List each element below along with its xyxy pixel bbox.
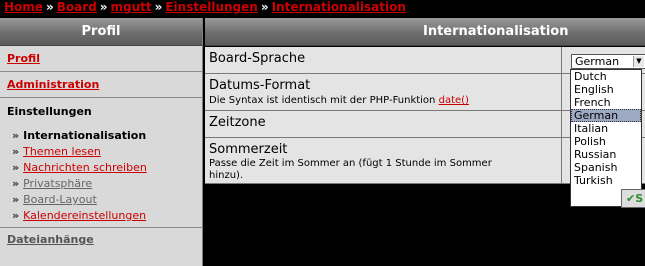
breadcrumb-einstellungen[interactable]: Einstellungen	[165, 0, 257, 14]
breadcrumb-user[interactable]: mgutt	[110, 0, 151, 14]
language-dropdown-list: Dutch English French German Italian Poli…	[570, 69, 642, 207]
save-button[interactable]: ✔S	[621, 189, 645, 208]
sidebar: Profil Profil Administration Einstellung…	[0, 18, 203, 266]
language-option[interactable]: English	[571, 83, 641, 96]
language-select[interactable]: German ▼	[571, 54, 645, 69]
setting-description: Die Syntax ist identisch mit der PHP-Fun…	[209, 95, 469, 106]
double-arrow-icon: »	[12, 161, 20, 174]
setting-description: Passe die Zeit im Sommer an (fügt 1 Stun…	[209, 158, 492, 181]
setting-label: Zeitzone	[209, 115, 266, 130]
sidebar-title: Profil	[0, 18, 202, 46]
sidebar-section-administration: Administration	[0, 72, 202, 98]
sidebar-item-themen-lesen[interactable]: » Themen lesen	[12, 144, 202, 160]
language-option[interactable]: Dutch	[571, 70, 641, 83]
breadcrumb-home[interactable]: Home	[4, 0, 43, 14]
sidebar-item-privatsphaere[interactable]: » Privatsphäre	[12, 176, 202, 192]
sidebar-item-internationalisation: » Internationalisation	[12, 129, 147, 142]
double-arrow-icon: »	[12, 209, 20, 222]
language-option[interactable]: Polish	[571, 135, 641, 148]
sidebar-link-administration[interactable]: Administration	[7, 78, 99, 91]
sidebar-subitems: » Internationalisation » Themen lesen » Nac…	[0, 126, 202, 228]
breadcrumb-separator: »	[45, 0, 54, 14]
sidebar-section-dateianhaenge: Dateianhänge	[0, 228, 202, 252]
main-panel: Internationalisation Board-Sprache Datum…	[205, 18, 645, 266]
language-option[interactable]: Italian	[571, 122, 641, 135]
language-option[interactable]: Russian	[571, 148, 641, 161]
language-option[interactable]: French	[571, 96, 641, 109]
setting-label: Datums-Format	[209, 78, 311, 93]
breadcrumb-separator: »	[260, 0, 269, 14]
breadcrumb-separator: »	[154, 0, 163, 14]
double-arrow-icon: »	[12, 193, 20, 206]
breadcrumb: Home» Board» mgutt» Einstellungen» Internati…	[0, 0, 645, 15]
double-arrow-icon: »	[12, 145, 20, 158]
setting-label: Board-Sprache	[209, 51, 306, 66]
php-date-link[interactable]: date()	[439, 95, 469, 106]
main-title: Internationalisation	[205, 18, 645, 46]
breadcrumb-internationalisation[interactable]: Internationalisation	[272, 0, 406, 14]
double-arrow-icon: »	[12, 177, 20, 190]
sidebar-section-profil: Profil	[0, 46, 202, 72]
sidebar-link-profil[interactable]: Profil	[7, 52, 40, 65]
breadcrumb-board[interactable]: Board	[57, 0, 97, 14]
setting-label: Sommerzeit	[209, 142, 288, 157]
language-option[interactable]: Turkish	[571, 174, 641, 187]
double-arrow-icon: »	[12, 129, 20, 142]
sidebar-link-dateianhaenge[interactable]: Dateianhänge	[7, 233, 94, 246]
sidebar-item-nachrichten-schreiben[interactable]: » Nachrichten schreiben	[12, 160, 202, 176]
language-option[interactable]: Spanish	[571, 161, 641, 174]
breadcrumb-separator: »	[99, 0, 108, 14]
chevron-down-icon[interactable]: ▼	[633, 56, 644, 67]
language-option-selected[interactable]: German	[571, 109, 641, 122]
sidebar-item-board-layout[interactable]: » Board-Layout	[12, 192, 202, 208]
checkmark-icon: ✔	[626, 192, 636, 205]
sidebar-item-kalendereinstellungen[interactable]: » Kalendereinstellungen	[12, 208, 202, 224]
sidebar-section-einstellungen: Einstellungen	[7, 105, 92, 118]
